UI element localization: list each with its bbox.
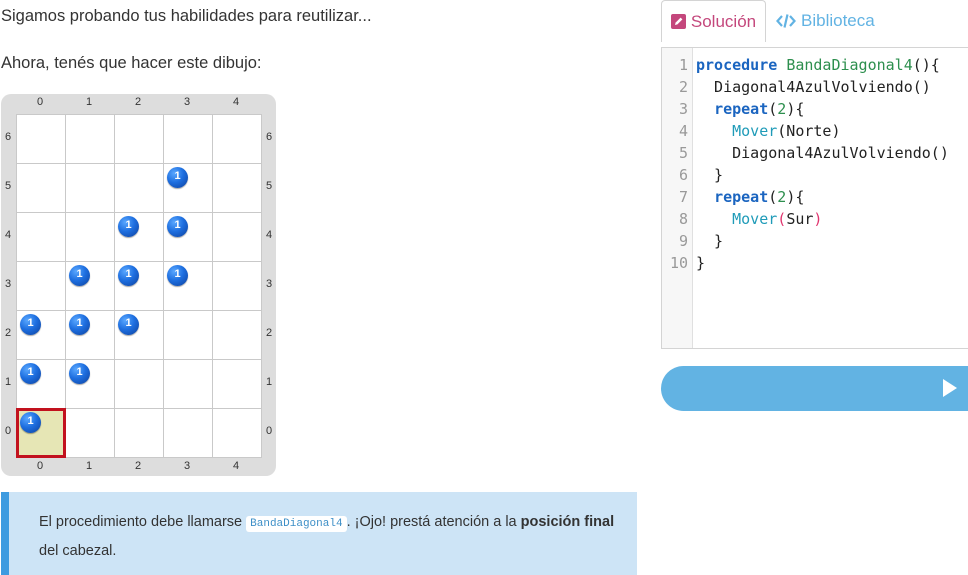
- column-coordinate: 0: [36, 460, 44, 472]
- row-coordinate: 4: [265, 229, 273, 241]
- row-coordinate: 0: [265, 425, 273, 437]
- blue-ball: 1: [69, 314, 90, 335]
- code-line[interactable]: Diagonal4AzulVolviendo(): [696, 76, 931, 98]
- row-coordinate: 5: [265, 180, 273, 192]
- code-line[interactable]: Mover(Norte): [696, 120, 840, 142]
- board-cell: [66, 115, 115, 164]
- board-cell: [115, 164, 164, 213]
- board-cell: [66, 164, 115, 213]
- procedure-name-code: BandaDiagonal4: [246, 516, 347, 532]
- blue-ball: 1: [69, 265, 90, 286]
- blue-ball: 1: [118, 314, 139, 335]
- code-icon: [776, 13, 796, 29]
- blue-ball: 1: [20, 363, 41, 384]
- ball-count: 1: [76, 366, 83, 378]
- ball-count: 1: [27, 317, 34, 329]
- column-coordinate: 2: [134, 460, 142, 472]
- run-button[interactable]: [661, 366, 968, 411]
- tab-solution[interactable]: Solución: [661, 0, 766, 42]
- row-coordinate: 3: [265, 278, 273, 290]
- column-coordinate: 3: [183, 460, 191, 472]
- blue-ball: 1: [167, 167, 188, 188]
- tab-library[interactable]: Biblioteca: [776, 0, 875, 42]
- column-coordinate: 1: [85, 96, 93, 108]
- board-cell: [213, 409, 262, 458]
- code-line[interactable]: procedure BandaDiagonal4(){: [696, 54, 940, 76]
- row-coordinate: 2: [265, 327, 273, 339]
- row-coordinate: 0: [4, 425, 12, 437]
- column-coordinate: 2: [134, 96, 142, 108]
- column-coordinate: 1: [85, 460, 93, 472]
- board-cell: [115, 409, 164, 458]
- blue-ball: 1: [20, 314, 41, 335]
- column-coordinate: 3: [183, 96, 191, 108]
- info-text: El procedimiento debe llamarse BandaDiag…: [39, 514, 615, 559]
- ball-count: 1: [76, 268, 83, 280]
- code-line[interactable]: repeat(2){: [696, 186, 804, 208]
- row-coordinate: 6: [4, 131, 12, 143]
- code-line[interactable]: }: [696, 164, 723, 186]
- row-coordinate: 2: [4, 327, 12, 339]
- row-coordinate: 6: [265, 131, 273, 143]
- tab-solution-label: Solución: [690, 11, 757, 31]
- board-cell: [213, 262, 262, 311]
- board-cell: [17, 262, 66, 311]
- board-cell: [115, 360, 164, 409]
- ball-count: 1: [76, 317, 83, 329]
- ball-count: 1: [125, 268, 132, 280]
- row-coordinate: 1: [265, 376, 273, 388]
- info-box: El procedimiento debe llamarse BandaDiag…: [1, 492, 637, 575]
- board-cell: [17, 213, 66, 262]
- ball-count: 1: [27, 366, 34, 378]
- row-coordinate: 4: [4, 229, 12, 241]
- blue-ball: 1: [118, 216, 139, 237]
- row-coordinate: 1: [4, 376, 12, 388]
- code-editor[interactable]: 1 procedure BandaDiagonal4(){ 2 Diagonal4…: [661, 47, 968, 349]
- play-icon: [943, 379, 957, 397]
- column-coordinate: 4: [232, 96, 240, 108]
- board-cell: [164, 409, 213, 458]
- code-line[interactable]: }: [696, 230, 723, 252]
- code-line[interactable]: }: [696, 252, 705, 274]
- column-coordinate: 0: [36, 96, 44, 108]
- blue-ball: 1: [20, 412, 41, 433]
- blue-ball: 1: [69, 363, 90, 384]
- board-cell: [164, 115, 213, 164]
- code-line[interactable]: repeat(2){: [696, 98, 804, 120]
- ball-count: 1: [174, 219, 181, 231]
- pencil-square-icon: [670, 14, 686, 29]
- ball-count: 1: [27, 415, 34, 427]
- board-cell: [213, 213, 262, 262]
- board-cell: [115, 115, 164, 164]
- board-cell: [164, 311, 213, 360]
- board-cell: [213, 115, 262, 164]
- board-cell: [17, 164, 66, 213]
- column-coordinate: 4: [232, 460, 240, 472]
- intro-text: Sigamos probando tus habilidades para re…: [1, 7, 372, 25]
- board-cell: [213, 311, 262, 360]
- blue-ball: 1: [167, 265, 188, 286]
- blue-ball: 1: [118, 265, 139, 286]
- ball-count: 1: [125, 219, 132, 231]
- code-line[interactable]: Mover(Sur): [696, 208, 822, 230]
- board: 1 1 1 1 1 1 1 1 1 1 1 1 0 0 1 1 2 2 3 3 4 4 0 0 1 1 2 2 3 3 4 4 5 5 6 6: [1, 94, 276, 476]
- board-cell: [66, 409, 115, 458]
- ball-count: 1: [125, 317, 132, 329]
- ball-count: 1: [174, 170, 181, 182]
- board-cell: [164, 360, 213, 409]
- board-grid: 1 1 1 1 1 1 1 1 1 1 1 1: [16, 114, 262, 458]
- board-cell: [213, 164, 262, 213]
- row-coordinate: 3: [4, 278, 12, 290]
- board-cell: [213, 360, 262, 409]
- tab-library-label: Biblioteca: [801, 11, 875, 30]
- blue-ball: 1: [167, 216, 188, 237]
- task-text: Ahora, tenés que hacer este dibujo:: [1, 54, 262, 72]
- board-cell: [66, 213, 115, 262]
- code-line[interactable]: Diagonal4AzulVolviendo(): [696, 142, 949, 164]
- row-coordinate: 5: [4, 180, 12, 192]
- board-cell: [17, 115, 66, 164]
- ball-count: 1: [174, 268, 181, 280]
